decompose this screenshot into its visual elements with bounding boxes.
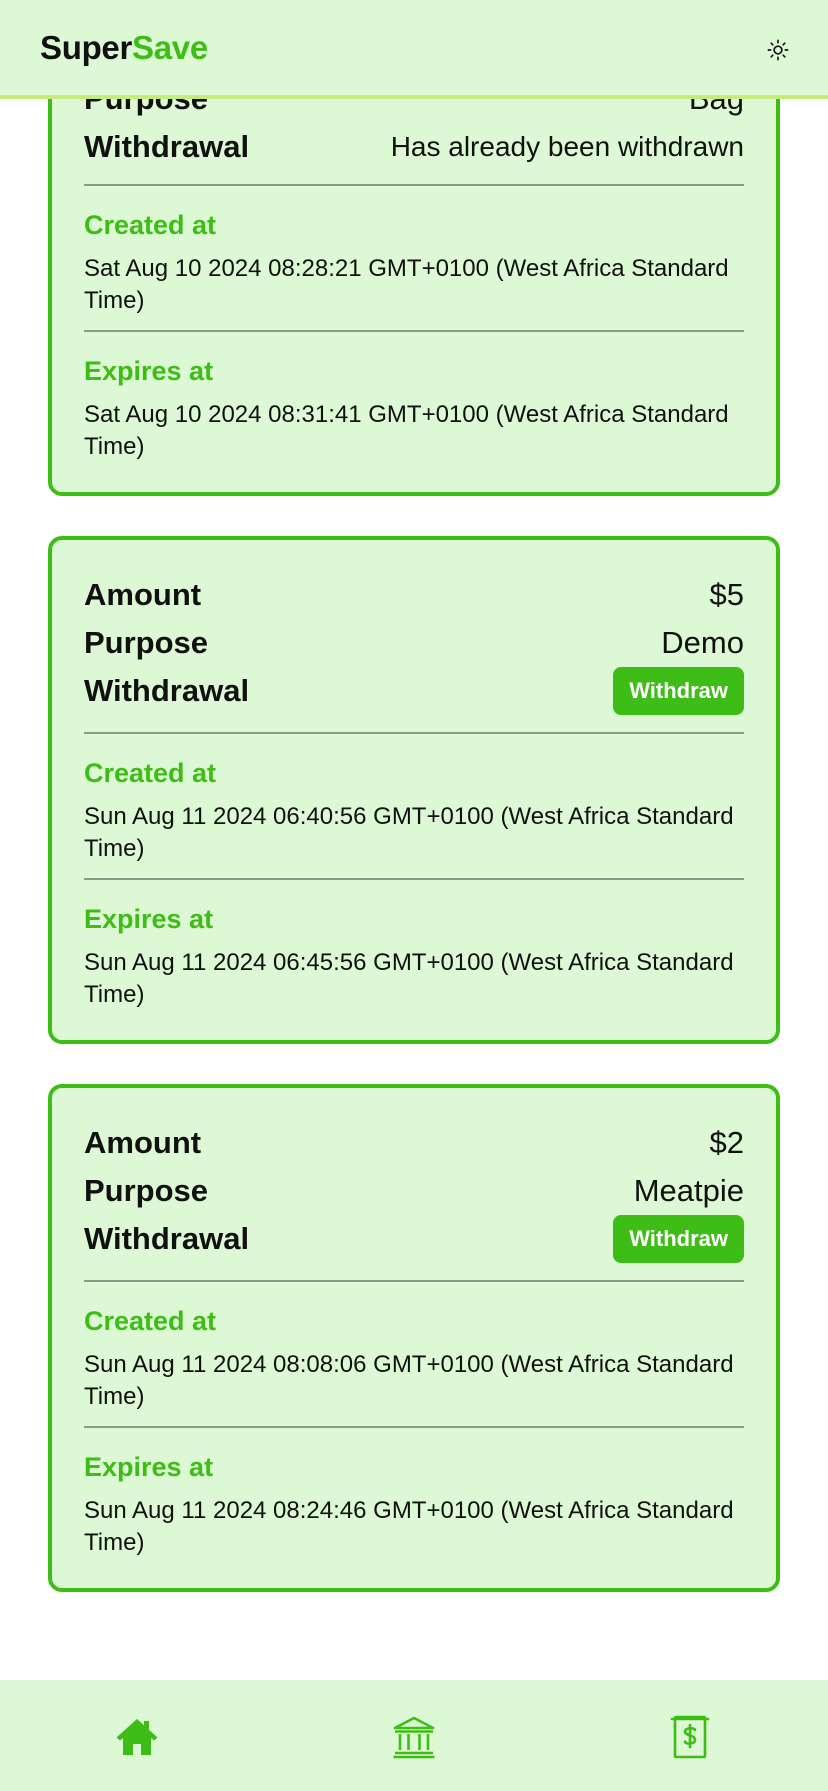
- divider: [84, 878, 744, 880]
- app-logo[interactable]: SuperSave: [40, 28, 208, 68]
- divider: [84, 184, 744, 186]
- created-at-value: Sat Aug 10 2024 08:28:21 GMT+0100 (West …: [84, 255, 729, 314]
- bank-icon: [393, 1716, 435, 1759]
- expires-at-label: Expires at: [84, 356, 214, 386]
- app-screen: Purpose Bag Withdrawal Has already been …: [0, 0, 828, 1791]
- divider: [84, 1426, 744, 1428]
- divider: [84, 732, 744, 734]
- purpose-label: Purpose: [84, 625, 209, 660]
- withdrawal-label: Withdrawal: [84, 673, 250, 708]
- amount-row: Amount $5: [84, 573, 744, 617]
- withdrawal-row: Withdrawal Has already been withdrawn: [84, 125, 744, 169]
- created-at-value: Sun Aug 11 2024 08:08:06 GMT+0100 (West …: [84, 1351, 734, 1410]
- purpose-row: Purpose Meatpie: [84, 1169, 744, 1213]
- savings-card: Amount $2 Purpose Meatpie Withdrawal Wit…: [48, 1084, 780, 1592]
- withdrawal-row: Withdrawal Withdraw: [84, 1215, 744, 1263]
- amount-row: Amount $2: [84, 1121, 744, 1165]
- purpose-label: Purpose: [84, 1173, 209, 1208]
- created-at-label: Created at: [84, 1306, 217, 1336]
- theme-toggle-button[interactable]: [762, 34, 794, 66]
- amount-label: Amount: [84, 1125, 202, 1160]
- nav-home[interactable]: [113, 1713, 161, 1761]
- savings-icon: [670, 1715, 710, 1759]
- created-at-label: Created at: [84, 758, 217, 788]
- created-at-value: Sun Aug 11 2024 06:40:56 GMT+0100 (West …: [84, 803, 734, 862]
- savings-card: Purpose Bag Withdrawal Has already been …: [48, 40, 780, 496]
- expires-at-value: Sun Aug 11 2024 06:45:56 GMT+0100 (West …: [84, 949, 734, 1008]
- divider: [84, 1280, 744, 1282]
- app-header: SuperSave: [0, 0, 828, 99]
- withdraw-button[interactable]: Withdraw: [613, 667, 744, 715]
- logo-text-super: Super: [40, 29, 133, 66]
- divider: [84, 330, 744, 332]
- withdrawal-status: Has already been withdrawn: [390, 131, 744, 162]
- withdrawal-label: Withdrawal: [84, 129, 250, 164]
- purpose-row: Purpose Demo: [84, 621, 744, 665]
- purpose-value: Meatpie: [633, 1173, 744, 1208]
- withdrawal-row: Withdrawal Withdraw: [84, 667, 744, 715]
- expires-at-value: Sat Aug 10 2024 08:31:41 GMT+0100 (West …: [84, 401, 729, 460]
- purpose-value: Demo: [661, 625, 744, 660]
- amount-value: $2: [709, 1125, 744, 1160]
- created-at-label: Created at: [84, 210, 217, 240]
- logo-text-save: Save: [132, 29, 208, 66]
- nav-bank[interactable]: [390, 1713, 438, 1761]
- savings-card: Amount $5 Purpose Demo Withdrawal Withdr…: [48, 536, 780, 1044]
- sun-icon: [767, 39, 789, 61]
- withdrawal-label: Withdrawal: [84, 1221, 250, 1256]
- expires-at-value: Sun Aug 11 2024 08:24:46 GMT+0100 (West …: [84, 1497, 734, 1556]
- nav-savings[interactable]: [666, 1713, 714, 1761]
- amount-label: Amount: [84, 577, 202, 612]
- withdraw-button[interactable]: Withdraw: [613, 1215, 744, 1263]
- expires-at-label: Expires at: [84, 1452, 214, 1482]
- amount-value: $5: [709, 577, 744, 612]
- home-icon: [116, 1719, 158, 1755]
- bottom-nav: [0, 1680, 828, 1791]
- expires-at-label: Expires at: [84, 904, 214, 934]
